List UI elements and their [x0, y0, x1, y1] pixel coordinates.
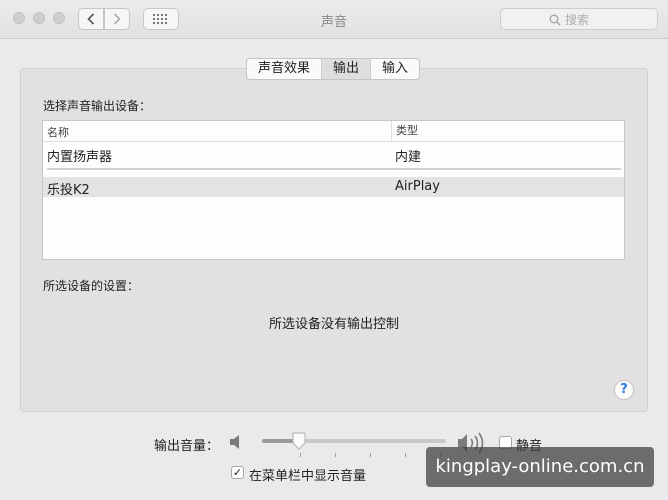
- device-name: 乐投K2: [47, 183, 90, 198]
- device-type: 内建: [395, 150, 422, 165]
- tab-bar: 声音效果 输出 输入: [246, 58, 421, 80]
- title-bar: 声音 搜索: [0, 0, 668, 39]
- output-volume-label: 输出音量：: [154, 439, 220, 454]
- help-button[interactable]: ?: [614, 380, 634, 400]
- row-divider: [47, 168, 621, 170]
- volume-slider-thumb[interactable]: [291, 432, 307, 450]
- speaker-low-icon: [230, 435, 239, 449]
- column-header-type[interactable]: 类型: [391, 121, 418, 141]
- device-type: AirPlay: [395, 179, 440, 194]
- table-header: 名称 类型: [43, 121, 624, 142]
- volume-tick: [300, 453, 301, 457]
- output-device-table: 名称 类型 内置扬声器 内建 乐投K2 AirPlay: [42, 120, 625, 260]
- device-settings-heading: 所选设备的设置：: [43, 279, 140, 293]
- table-row[interactable]: 内置扬声器 内建: [43, 144, 624, 165]
- output-device-heading: 选择声音输出设备：: [43, 99, 152, 113]
- tab-input[interactable]: 输入: [371, 59, 419, 79]
- show-in-menubar-checkbox[interactable]: ✓: [231, 466, 244, 479]
- checkmark-icon: ✓: [232, 466, 243, 479]
- column-header-name[interactable]: 名称: [47, 124, 69, 140]
- table-row-selected[interactable]: 乐投K2 AirPlay: [43, 177, 624, 198]
- volume-tick: [335, 453, 336, 457]
- volume-slider[interactable]: [262, 439, 446, 443]
- volume-tick: [370, 453, 371, 457]
- watermark: kingplay-online.com.cn: [426, 447, 654, 487]
- show-in-menubar-label: 在菜单栏中显示音量: [249, 469, 367, 484]
- search-icon: [549, 14, 561, 26]
- tab-sound-effects[interactable]: 声音效果: [247, 59, 323, 79]
- device-name: 内置扬声器: [47, 150, 113, 165]
- tab-output[interactable]: 输出: [322, 59, 372, 79]
- no-output-controls-message: 所选设备没有输出控制: [268, 317, 399, 332]
- search-placeholder: 搜索: [565, 13, 590, 27]
- search-input[interactable]: 搜索: [500, 8, 658, 30]
- help-icon: ?: [620, 382, 628, 397]
- volume-tick: [405, 453, 406, 457]
